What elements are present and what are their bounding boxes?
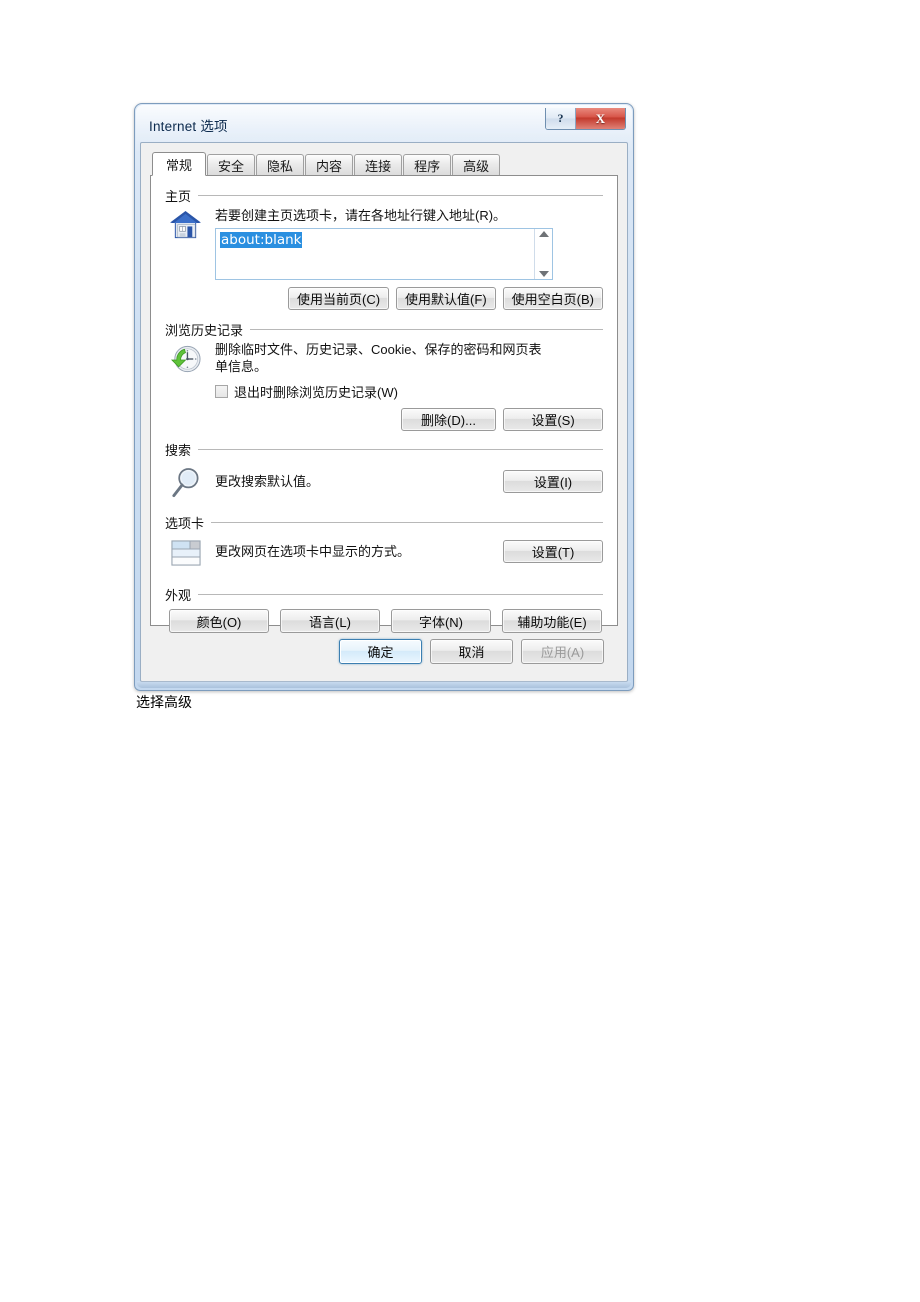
scroll-up-icon[interactable]: [538, 231, 549, 237]
tab-advanced[interactable]: 高级: [452, 154, 501, 175]
history-clock-icon: [169, 340, 215, 431]
group-divider: [250, 328, 603, 330]
tabs-group-title: 选项卡: [165, 515, 205, 531]
tabs-group-body: 更改网页在选项卡中显示的方式。 设置(T): [165, 533, 603, 573]
tab-security[interactable]: 安全: [207, 154, 256, 175]
cancel-button[interactable]: 取消: [430, 639, 513, 664]
home-page-group-body: 若要创建主页选项卡，请在各地址行键入地址(R)。 about:blank 使用当…: [165, 206, 603, 310]
appearance-group-title: 外观: [165, 587, 192, 603]
search-group: 搜索 更改搜索默认值。 设置(I): [165, 440, 603, 508]
group-divider: [198, 593, 603, 595]
browsing-history-group-body: 删除临时文件、历史记录、Cookie、保存的密码和网页表单信息。 退出时删除浏览…: [165, 340, 603, 431]
tab-content[interactable]: 内容: [305, 154, 354, 175]
home-page-description: 若要创建主页选项卡，请在各地址行键入地址(R)。: [215, 208, 507, 223]
group-divider: [198, 448, 603, 450]
group-divider: [211, 521, 603, 523]
appearance-group-header: 外观: [165, 585, 603, 603]
colors-button[interactable]: 颜色(O): [169, 609, 269, 633]
group-divider: [198, 194, 603, 196]
delete-history-button[interactable]: 删除(D)...: [401, 408, 496, 431]
search-group-body: 更改搜索默认值。 设置(I): [165, 462, 603, 508]
ok-button[interactable]: 确定: [339, 639, 422, 664]
browsing-history-button-row: 删除(D)... 设置(S): [215, 408, 603, 431]
delete-on-exit-checkbox[interactable]: [215, 385, 228, 398]
delete-on-exit-label: 退出时删除浏览历史记录(W): [234, 385, 398, 400]
accessibility-button[interactable]: 辅助功能(E): [502, 609, 602, 633]
tabs-content: 更改网页在选项卡中显示的方式。 设置(T): [215, 533, 603, 573]
home-page-content: 若要创建主页选项卡，请在各地址行键入地址(R)。 about:blank 使用当…: [215, 206, 603, 310]
fonts-button[interactable]: 字体(N): [391, 609, 491, 633]
search-group-header: 搜索: [165, 440, 603, 458]
tab-programs[interactable]: 程序: [403, 154, 452, 175]
tabs-group-header: 选项卡: [165, 513, 603, 531]
tabs-description: 更改网页在选项卡中显示的方式。: [215, 544, 411, 559]
general-tab-page: 主页 若要创建主页选项卡，请在各地址行键入地址(R)。 about:blank …: [150, 175, 618, 633]
tab-general[interactable]: 常规: [152, 152, 207, 176]
home-page-address-value: about:blank: [220, 232, 303, 248]
browsing-history-content: 删除临时文件、历史记录、Cookie、保存的密码和网页表单信息。 退出时删除浏览…: [215, 340, 603, 431]
browsing-history-group-title: 浏览历史记录: [165, 322, 244, 338]
title-bar: Internet 选项 ? X: [140, 108, 628, 142]
figure-caption: 选择高级: [136, 694, 192, 710]
use-current-button[interactable]: 使用当前页(C): [288, 287, 390, 310]
delete-on-exit-checkbox-row[interactable]: 退出时删除浏览历史记录(W): [215, 382, 603, 401]
appearance-group: 外观 颜色(O) 语言(L) 字体(N) 辅助功能(E): [165, 585, 603, 633]
search-content: 更改搜索默认值。 设置(I): [215, 462, 603, 493]
tabs-group: 选项卡 更改网页在选项卡中显示的方式。 设置(T): [165, 513, 603, 573]
home-page-group: 主页 若要创建主页选项卡，请在各地址行键入地址(R)。 about:blank …: [165, 186, 603, 310]
tab-strip: 常规 安全 隐私 内容 连接 程序 高级: [150, 151, 618, 176]
help-icon[interactable]: ?: [546, 108, 576, 129]
home-page-address-input[interactable]: about:blank: [215, 228, 553, 280]
languages-button[interactable]: 语言(L): [280, 609, 380, 633]
tab-connections[interactable]: 连接: [354, 154, 403, 175]
scroll-down-icon[interactable]: [538, 271, 549, 277]
tab-privacy[interactable]: 隐私: [256, 154, 305, 175]
apply-button: 应用(A): [521, 639, 604, 664]
address-scrollbar[interactable]: [534, 229, 552, 279]
history-settings-button[interactable]: 设置(S): [503, 408, 603, 431]
tabs-settings-button[interactable]: 设置(T): [503, 540, 603, 563]
internet-options-dialog: Internet 选项 ? X 常规 安全 隐私 内容 连接 程序 高级 主页: [134, 103, 634, 691]
close-icon[interactable]: X: [576, 108, 625, 129]
use-default-button[interactable]: 使用默认值(F): [396, 287, 496, 310]
browsing-history-description: 删除临时文件、历史记录、Cookie、保存的密码和网页表单信息。: [215, 342, 542, 374]
use-blank-button[interactable]: 使用空白页(B): [502, 287, 603, 310]
search-description: 更改搜索默认值。: [215, 474, 320, 489]
search-group-title: 搜索: [165, 442, 192, 458]
browsing-history-group-header: 浏览历史记录: [165, 320, 603, 338]
caption-button-group: ? X: [545, 108, 626, 130]
appearance-button-row: 颜色(O) 语言(L) 字体(N) 辅助功能(E): [165, 609, 603, 633]
window-title: Internet 选项: [149, 119, 228, 134]
home-page-address-text[interactable]: about:blank: [216, 229, 534, 279]
home-icon: [169, 206, 215, 310]
home-page-button-row: 使用当前页(C) 使用默认值(F) 使用空白页(B): [215, 287, 603, 310]
home-page-group-title: 主页: [165, 188, 192, 204]
tabs-icon: [169, 533, 215, 573]
search-settings-button[interactable]: 设置(I): [503, 470, 603, 493]
home-page-group-header: 主页: [165, 186, 603, 204]
magnifier-icon: [169, 462, 215, 508]
browsing-history-group: 浏览历史记录 删除临时文件、历史记录、Cookie、保存的密码和网页表单信息。 …: [165, 320, 603, 431]
dialog-client-area: 常规 安全 隐私 内容 连接 程序 高级 主页 若要创建主页选项卡，请在各地址行…: [140, 142, 628, 682]
